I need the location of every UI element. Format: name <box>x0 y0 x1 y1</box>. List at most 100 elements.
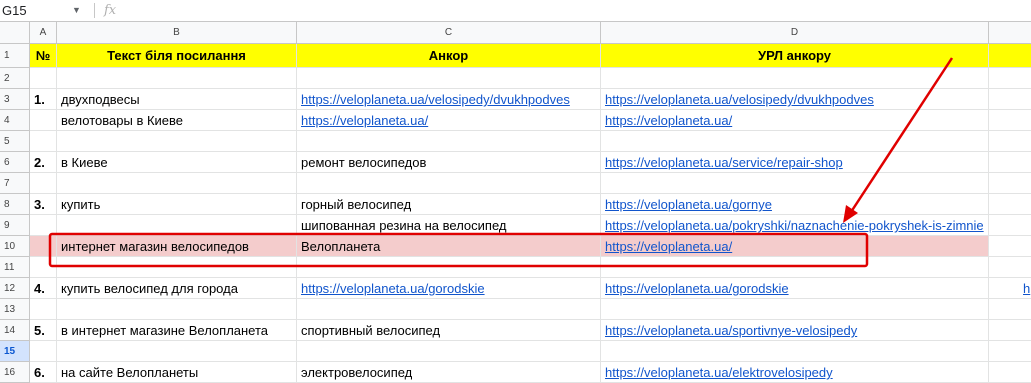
cell-b9[interactable] <box>57 215 297 236</box>
cell-a2[interactable] <box>30 68 57 89</box>
cell-text[interactable]: https://veloplaneta.ua/gorodskie <box>301 281 485 296</box>
cell-d16[interactable]: https://veloplaneta.ua/elektrovelosipedy <box>601 362 989 383</box>
cell-b7[interactable] <box>57 173 297 194</box>
cell-d6[interactable]: https://veloplaneta.ua/service/repair-sh… <box>601 152 989 173</box>
cell-e16[interactable] <box>989 362 1031 383</box>
cell-d10[interactable]: https://veloplaneta.ua/ <box>601 236 989 257</box>
cell-c6[interactable]: ремонт велосипедов <box>297 152 601 173</box>
cell-e7[interactable] <box>989 173 1031 194</box>
cell-c11[interactable] <box>297 257 601 278</box>
cell-d3[interactable]: https://veloplaneta.ua/velosipedy/dvukhp… <box>601 89 989 110</box>
cell-text[interactable]: https://veloplaneta.ua/sportivnye-velosi… <box>605 323 857 338</box>
cell-b10[interactable]: интернет магазин велосипедов <box>57 236 297 257</box>
cell-d11[interactable] <box>601 257 989 278</box>
row-header-2[interactable]: 2 <box>0 68 30 89</box>
cell-c9[interactable]: шипованная резина на велосипед <box>297 215 601 236</box>
cell-c16[interactable]: электровелосипед <box>297 362 601 383</box>
cell-b2[interactable] <box>57 68 297 89</box>
cell-e2[interactable] <box>989 68 1031 89</box>
cell-e11[interactable] <box>989 257 1031 278</box>
cell-b11[interactable] <box>57 257 297 278</box>
cell-d7[interactable] <box>601 173 989 194</box>
cell-e14[interactable] <box>989 320 1031 341</box>
row-header-11[interactable]: 11 <box>0 257 30 278</box>
cell-e10[interactable] <box>989 236 1031 257</box>
cell-text[interactable]: https://veloplaneta.ua/service/repair-sh… <box>605 155 843 170</box>
column-header-d[interactable]: D <box>601 22 989 44</box>
cell-text[interactable]: h <box>1023 281 1030 296</box>
cell-a1[interactable]: № <box>30 44 57 68</box>
select-all-corner[interactable] <box>0 22 30 44</box>
cell-text[interactable]: https://veloplaneta.ua/ <box>301 113 428 128</box>
row-header-8[interactable]: 8 <box>0 194 30 215</box>
cell-d9[interactable]: https://veloplaneta.ua/pokryshki/naznach… <box>601 215 989 236</box>
cell-b13[interactable] <box>57 299 297 320</box>
cell-b6[interactable]: в Киеве <box>57 152 297 173</box>
cell-e5[interactable] <box>989 131 1031 152</box>
cell-b12[interactable]: купить велосипед для города <box>57 278 297 299</box>
cell-a6[interactable]: 2. <box>30 152 57 173</box>
cell-c7[interactable] <box>297 173 601 194</box>
cell-text[interactable]: https://veloplaneta.ua/velosipedy/dvukhp… <box>605 92 874 107</box>
cell-text[interactable]: https://veloplaneta.ua/gorodskie <box>605 281 789 296</box>
row-header-5[interactable]: 5 <box>0 131 30 152</box>
cell-a4[interactable] <box>30 110 57 131</box>
cell-b16[interactable]: на сайте Велопланеты <box>57 362 297 383</box>
cell-a10[interactable] <box>30 236 57 257</box>
cell-a15[interactable] <box>30 341 57 362</box>
column-header-b[interactable]: B <box>57 22 297 44</box>
row-header-14[interactable]: 14 <box>0 320 30 341</box>
cell-e12[interactable]: h <box>989 278 1031 299</box>
cell-e4[interactable] <box>989 110 1031 131</box>
cell-a5[interactable] <box>30 131 57 152</box>
cell-d5[interactable] <box>601 131 989 152</box>
cell-c13[interactable] <box>297 299 601 320</box>
cell-text[interactable]: https://veloplaneta.ua/velosipedy/dvukhp… <box>301 92 570 107</box>
cell-a13[interactable] <box>30 299 57 320</box>
cell-c5[interactable] <box>297 131 601 152</box>
row-header-3[interactable]: 3 <box>0 89 30 110</box>
row-header-1[interactable]: 1 <box>0 44 30 68</box>
cell-d4[interactable]: https://veloplaneta.ua/ <box>601 110 989 131</box>
cell-b5[interactable] <box>57 131 297 152</box>
cell-d2[interactable] <box>601 68 989 89</box>
cell-b1[interactable]: Текст біля посилання <box>57 44 297 68</box>
row-header-6[interactable]: 6 <box>0 152 30 173</box>
cell-a16[interactable]: 6. <box>30 362 57 383</box>
cell-c8[interactable]: горный велосипед <box>297 194 601 215</box>
cell-e9[interactable] <box>989 215 1031 236</box>
cell-b14[interactable]: в интернет магазине Велопланета <box>57 320 297 341</box>
cell-b4[interactable]: велотовары в Киеве <box>57 110 297 131</box>
cell-d12[interactable]: https://veloplaneta.ua/gorodskie <box>601 278 989 299</box>
cell-d14[interactable]: https://veloplaneta.ua/sportivnye-velosi… <box>601 320 989 341</box>
cell-d15[interactable] <box>601 341 989 362</box>
cell-e13[interactable] <box>989 299 1031 320</box>
row-header-4[interactable]: 4 <box>0 110 30 131</box>
row-header-15[interactable]: 15 <box>0 341 30 362</box>
cell-b3[interactable]: двухподвесы <box>57 89 297 110</box>
cell-a8[interactable]: 3. <box>30 194 57 215</box>
row-header-9[interactable]: 9 <box>0 215 30 236</box>
row-header-13[interactable]: 13 <box>0 299 30 320</box>
cell-d13[interactable] <box>601 299 989 320</box>
cell-c15[interactable] <box>297 341 601 362</box>
cell-e15[interactable] <box>989 341 1031 362</box>
cell-text[interactable]: https://veloplaneta.ua/gornye <box>605 197 772 212</box>
cell-a7[interactable] <box>30 173 57 194</box>
cell-a12[interactable]: 4. <box>30 278 57 299</box>
cell-e8[interactable] <box>989 194 1031 215</box>
cell-c1[interactable]: Анкор <box>297 44 601 68</box>
cell-c10[interactable]: Велопланета <box>297 236 601 257</box>
row-header-10[interactable]: 10 <box>0 236 30 257</box>
row-header-7[interactable]: 7 <box>0 173 30 194</box>
column-header-c[interactable]: C <box>297 22 601 44</box>
row-header-16[interactable]: 16 <box>0 362 30 383</box>
row-header-12[interactable]: 12 <box>0 278 30 299</box>
name-box-dropdown-icon[interactable]: ▼ <box>72 0 81 21</box>
cell-a14[interactable]: 5. <box>30 320 57 341</box>
cell-d1[interactable]: УРЛ анкору <box>601 44 989 68</box>
cell-c12[interactable]: https://veloplaneta.ua/gorodskie <box>297 278 601 299</box>
cell-e6[interactable] <box>989 152 1031 173</box>
cell-text[interactable]: https://veloplaneta.ua/elektrovelosipedy <box>605 365 833 380</box>
cell-e1[interactable] <box>989 44 1031 68</box>
